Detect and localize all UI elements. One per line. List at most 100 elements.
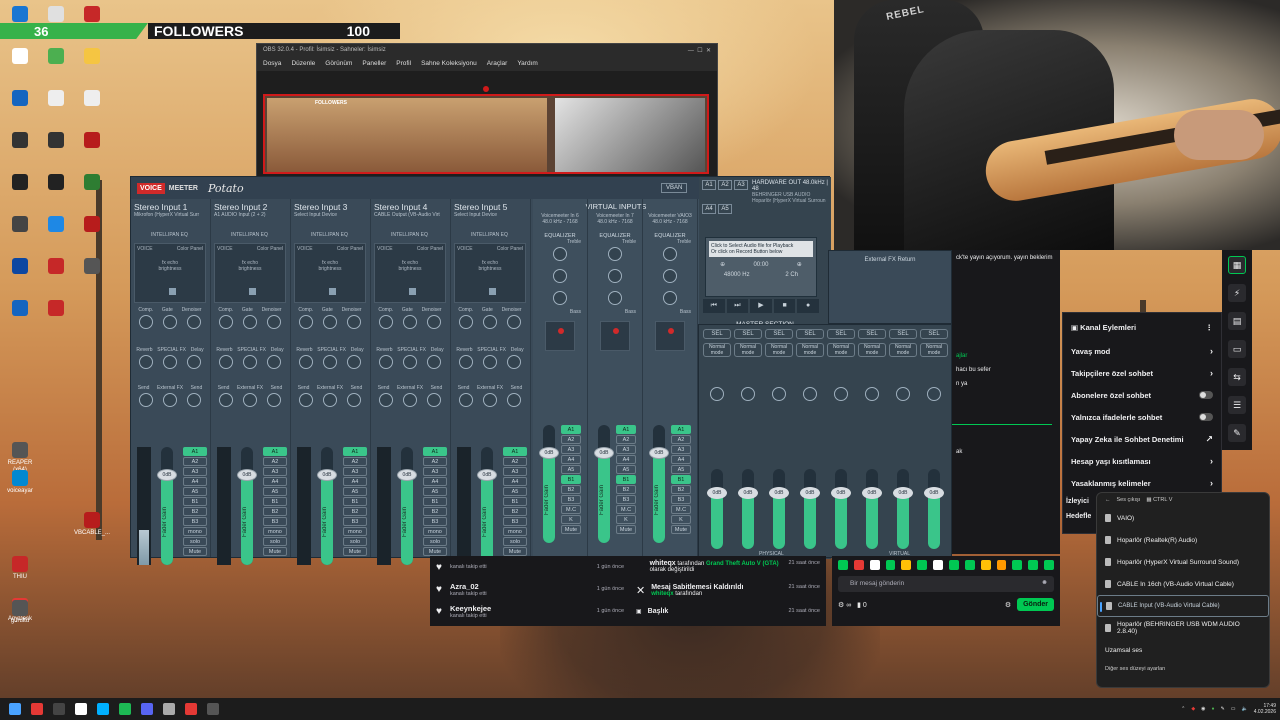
emote-icon[interactable]	[917, 560, 928, 570]
emote-icon[interactable]	[853, 560, 864, 570]
master-knob[interactable]	[772, 387, 786, 401]
virtual-strip-name[interactable]: Voicemeeter In 7 48.0 kHz - 7168	[588, 213, 642, 225]
desktop-icon[interactable]	[74, 174, 110, 192]
bus-button[interactable]: B2	[343, 507, 367, 516]
emote-icon[interactable]	[980, 560, 991, 570]
pan-cursor[interactable]	[249, 288, 256, 295]
strip-title[interactable]: Stereo Input 1	[131, 199, 210, 212]
bus-button[interactable]: A2	[561, 435, 581, 444]
taskbar-app-icon[interactable]	[207, 703, 219, 715]
bass-knob[interactable]	[608, 291, 622, 305]
bus-button[interactable]: A1	[183, 447, 207, 456]
play-icon[interactable]: ▶	[750, 299, 772, 313]
knob[interactable]	[243, 393, 257, 407]
knob[interactable]	[507, 393, 521, 407]
bus-button[interactable]: B1	[616, 475, 636, 484]
strip-device[interactable]: Select Input Device	[451, 212, 530, 218]
list-icon[interactable]: ☰	[1228, 396, 1246, 414]
knob[interactable]	[139, 315, 153, 329]
chat-message-input[interactable]: Bir mesaj gönderin ☻	[838, 576, 1054, 592]
chat-points[interactable]: ⚙ ∞ ▮ 0	[838, 601, 867, 609]
knob[interactable]	[347, 315, 361, 329]
bus-button[interactable]: M.C	[561, 505, 581, 514]
taskbar-app-icon[interactable]	[75, 703, 87, 715]
bus-button[interactable]: A3	[263, 467, 287, 476]
channel-action-item[interactable]: Yalnızca ifadelerle sohbet	[1063, 406, 1221, 428]
channel-action-item[interactable]: Yavaş mod ›	[1063, 340, 1221, 362]
sel-button[interactable]: SEL	[734, 329, 762, 339]
master-fader[interactable]: 0dB	[831, 469, 851, 549]
fader-knob[interactable]: 0dB	[738, 487, 758, 499]
knob[interactable]	[187, 315, 201, 329]
strip-title[interactable]: Stereo Input 5	[451, 199, 530, 212]
bus-button[interactable]: Mute	[263, 547, 287, 556]
sel-button[interactable]: SEL	[858, 329, 886, 339]
mid-knob[interactable]	[553, 269, 567, 283]
send-button[interactable]: Gönder	[1017, 598, 1054, 611]
tray-chevron-icon[interactable]: ⌃	[1181, 706, 1185, 712]
bus-button[interactable]: solo	[423, 537, 447, 546]
gain-fader[interactable]: 0dB Fader Gain	[649, 425, 669, 543]
maximize-icon[interactable]: ☐	[697, 48, 702, 54]
fader-knob[interactable]: 0dB	[924, 487, 944, 499]
knob[interactable]	[403, 315, 417, 329]
desktop-icon[interactable]	[2, 258, 38, 276]
clipboard-icon[interactable]: ▤	[1228, 312, 1246, 330]
obs-window[interactable]: OBS 32.0.4 - Profil: İsimsiz - Sahneler:…	[256, 43, 718, 177]
obs-titlebar[interactable]: OBS 32.0.4 - Profil: İsimsiz - Sahneler:…	[257, 44, 717, 57]
mid-knob[interactable]	[608, 269, 622, 283]
audio-device-option[interactable]: CABLE Input (VB-Audio Virtual Cable)	[1097, 595, 1269, 617]
bus-button[interactable]: A5	[423, 487, 447, 496]
tray-app-icon[interactable]: ✎	[1221, 706, 1225, 712]
obs-menu-item[interactable]: Paneller	[362, 60, 386, 68]
audio-device-option[interactable]: Hoparlör (Realtek(R) Audio)	[1097, 529, 1269, 551]
emote-icon[interactable]	[949, 560, 959, 570]
bus-button[interactable]: B3	[183, 517, 207, 526]
fader-knob[interactable]: 0dB	[594, 447, 614, 459]
eq-button[interactable]: EQ	[261, 232, 268, 238]
desktop-icon[interactable]	[74, 6, 110, 24]
pan-pad[interactable]	[600, 321, 630, 351]
knob[interactable]	[403, 393, 417, 407]
strip-title[interactable]: Stereo Input 2	[211, 199, 290, 212]
master-knob[interactable]	[834, 387, 848, 401]
mode-button[interactable]: Normal mode	[765, 343, 793, 357]
emote-icon[interactable]	[869, 560, 880, 570]
rewind-icon[interactable]: ⏮	[703, 299, 725, 313]
toggle-switch[interactable]	[1199, 413, 1213, 421]
chat-bubble-icon[interactable]: ▭	[1228, 340, 1246, 358]
strip-device[interactable]: A1 AUDIO Input (2 + 2)	[211, 212, 290, 218]
knob[interactable]	[243, 355, 257, 369]
bus-button[interactable]: B1	[561, 475, 581, 484]
follower-item[interactable]: ♥ Azra_02 kanalı takip etti 1 gün önce	[430, 578, 630, 600]
audio-device-option[interactable]: Hoparlör (HyperX Virtual Surround Sound)	[1097, 551, 1269, 573]
gain-fader[interactable]: 0dB Fader Gain	[477, 447, 497, 565]
tray-app-icon[interactable]: ●	[1212, 706, 1215, 712]
bus-button[interactable]: A4	[423, 477, 447, 486]
qr-icon[interactable]: ▦	[1228, 256, 1246, 274]
master-fader[interactable]: 0dB	[800, 469, 820, 549]
bus-button[interactable]: B2	[423, 507, 447, 516]
taskbar-app-icon[interactable]	[185, 703, 197, 715]
record-icon[interactable]: ●	[797, 299, 819, 313]
bus-button[interactable]: A3	[183, 467, 207, 476]
knob[interactable]	[163, 355, 177, 369]
close-icon[interactable]: ✕	[706, 48, 711, 54]
sel-button[interactable]: SEL	[765, 329, 793, 339]
desktop-icon[interactable]	[74, 216, 110, 234]
knob[interactable]	[219, 393, 233, 407]
bus-button[interactable]: A5	[343, 487, 367, 496]
channel-action-item[interactable]: Yapay Zeka ile Sohbet Denetimi ↗	[1063, 428, 1221, 450]
bus-button[interactable]: M.C	[616, 505, 636, 514]
bus-button[interactable]: mono	[423, 527, 447, 536]
desktop-icon[interactable]	[38, 300, 74, 318]
desktop-icon[interactable]	[38, 6, 74, 24]
emote-icon[interactable]	[1012, 560, 1023, 570]
desktop-icon[interactable]	[2, 6, 38, 24]
bus-button[interactable]: Mute	[616, 525, 636, 534]
bus-button[interactable]: A4	[616, 455, 636, 464]
audio-device-option[interactable]: VAIO)	[1097, 507, 1269, 529]
bus-button[interactable]: mono	[263, 527, 287, 536]
bus-button[interactable]: B2	[616, 485, 636, 494]
bus-button[interactable]: A4	[671, 455, 691, 464]
